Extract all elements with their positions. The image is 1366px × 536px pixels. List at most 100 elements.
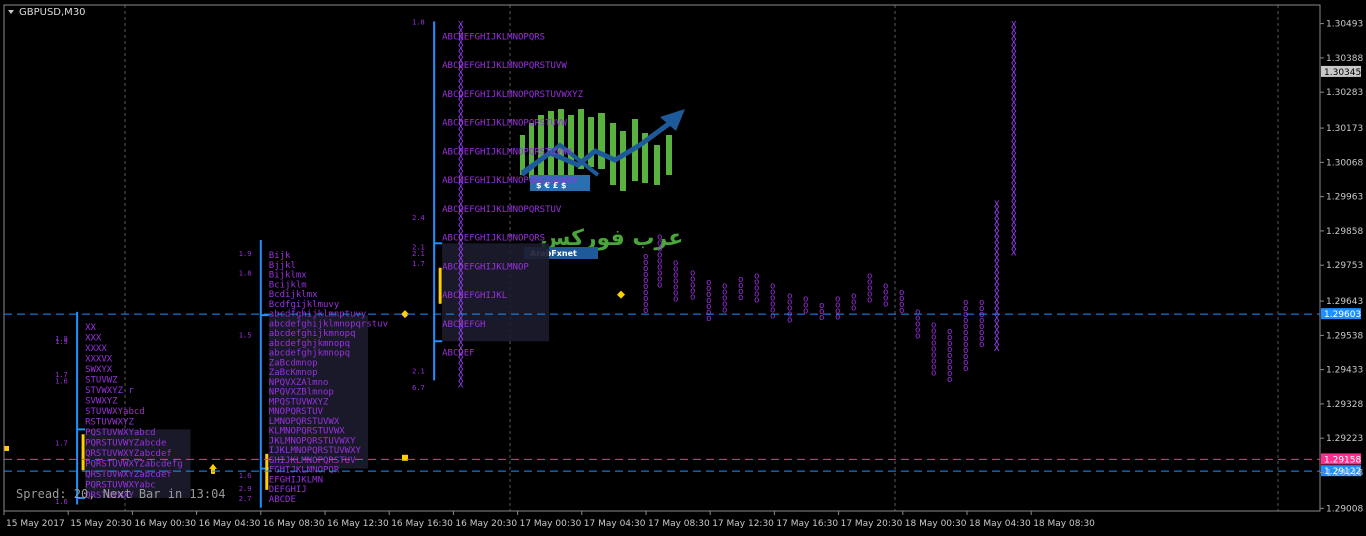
y-tick-label: 1.29223 xyxy=(1326,434,1363,444)
tpo-row: ZaBcKmnop xyxy=(269,368,318,378)
y-tick-label: 1.29858 xyxy=(1326,227,1363,237)
price-chart[interactable]: $ € £ $ عرب فوركس ArabFxnet 1.91.91.71.6… xyxy=(0,0,1366,536)
tpo-row: MNOPQRSTUV xyxy=(269,407,324,417)
profile-value-label: 1.8 xyxy=(412,18,425,26)
tpo-letter-mark: o xyxy=(706,314,711,324)
tpo-row: SVWXYZ xyxy=(85,396,118,406)
tpo-row: STUVWZ xyxy=(85,375,118,385)
tpo-row: ABCDEFGHIJKLMNOP xyxy=(442,262,529,272)
tpo-letter-mark: o xyxy=(673,295,678,305)
tpo-row: XXXX xyxy=(85,344,107,354)
tpo-letter-mark: o xyxy=(770,311,775,321)
tpo-row: QRSTUVWXYZabcdef xyxy=(85,449,172,459)
tpo-x-mark: X xyxy=(994,344,1000,354)
profile-value-label: 1.7 xyxy=(412,260,425,268)
y-tick-label: 1.29963 xyxy=(1326,193,1363,203)
tpo-letter-mark: o xyxy=(803,307,808,317)
profile-value-label: 2.9 xyxy=(239,485,252,493)
x-tick-label: 16 May 08:30 xyxy=(263,519,325,529)
tpo-letter-mark: o xyxy=(867,296,872,306)
tpo-letter-mark: o xyxy=(787,315,792,325)
tpo-letter-mark: o xyxy=(754,296,759,306)
axes: 1.30493 1.30388 1.30283 1.30173 1.30068 1.299… xyxy=(3,4,1363,529)
tpo-letter-mark: o xyxy=(915,332,920,342)
y-tick-label: 1.30493 xyxy=(1326,20,1363,30)
y-tick-label: 1.29433 xyxy=(1326,366,1363,376)
symbol-header: GBPUSD,M30 xyxy=(8,7,86,18)
y-tick-label: 1.29643 xyxy=(1326,297,1363,307)
tpo-letter-mark: o xyxy=(947,375,952,385)
spread-status: Spread: 20, Next Bar in 13:04 xyxy=(16,487,226,501)
profile-value-label: 1.7 xyxy=(55,439,68,447)
tpo-letter-mark: o xyxy=(657,281,662,291)
x-tick-label: 17 May 16:30 xyxy=(776,519,838,529)
x-tick-label: 17 May 20:30 xyxy=(841,519,903,529)
tpo-letter-mark: o xyxy=(883,299,888,309)
tpo-row: XXX xyxy=(85,333,102,343)
profile-value-label: 1.8 xyxy=(239,270,252,278)
tpo-letter-mark: o xyxy=(851,303,856,313)
x-tick-label: 16 May 16:30 xyxy=(391,519,453,529)
x-tick-label: 16 May 20:30 xyxy=(455,519,517,529)
x-tick-label: 16 May 04:30 xyxy=(199,519,261,529)
x-tick-label: 17 May 00:30 xyxy=(520,519,582,529)
tpo-row: IJKLMNOPQRSTUVWXY xyxy=(269,446,362,456)
tpo-row: LMNOPQRSTUVWX xyxy=(269,417,340,427)
tpo-row: Bcdfgijklmuvy xyxy=(269,300,340,310)
profile-value-label: 6.7 xyxy=(412,384,425,392)
tpo-row: STUVWXYabcd xyxy=(85,407,145,417)
tpo-row: DEFGHIJ xyxy=(269,485,307,495)
symbol-label: GBPUSD,M30 xyxy=(19,7,86,18)
tpo-letter-mark: o xyxy=(963,364,968,374)
tpo-row: MPQSTUVWXYZ xyxy=(269,397,329,407)
x-tick-label: 18 May 00:30 xyxy=(905,519,967,529)
chart-window[interactable]: $ € £ $ عرب فوركس ArabFxnet 1.9 1.9 1.7 1.6… xyxy=(0,0,1366,536)
tpo-row: JKLMNOPQRSTUVWXY xyxy=(269,436,356,446)
profile-value-label: 1.6 xyxy=(239,472,252,480)
tpo-row: Bijk xyxy=(269,251,291,261)
tpo-row: PQSTUVWXYabcd xyxy=(85,428,155,438)
tpo-row: abcdefghjkmnopq xyxy=(269,349,350,359)
x-tick-label: 18 May 04:30 xyxy=(969,519,1031,529)
tpo-row: Bcdijklmx xyxy=(269,290,318,300)
profile-value-label: 2.4 xyxy=(412,214,425,222)
price-tag-label: 1.29603 xyxy=(1324,310,1361,320)
tpo-row: SWXYX xyxy=(85,365,113,375)
profile-value-label: 1.5 xyxy=(239,332,252,340)
tpo-row: RSTUVWXYZ xyxy=(85,417,134,427)
tpo-row: STVWXYZ r xyxy=(85,386,134,396)
x-tick-label: 16 May 12:30 xyxy=(327,519,389,529)
y-tick-label: 1.30388 xyxy=(1326,54,1363,64)
y-tick-label: 1.29753 xyxy=(1326,261,1363,271)
x-tick-label: 15 May 2017 xyxy=(6,519,65,529)
chevron-down-icon[interactable] xyxy=(8,10,14,14)
tpo-row: Bcijklm xyxy=(269,280,307,290)
price-tag-label: 1.29158 xyxy=(1324,455,1361,465)
y-tick-label: 1.29538 xyxy=(1326,331,1363,341)
y-tick-label: 1.29118 xyxy=(1326,468,1363,478)
profile-value-label: 2.7 xyxy=(239,495,252,503)
tpo-row: PQRSTUVWYZabcde xyxy=(85,438,166,448)
tpo-row: NPQVXZAlmno xyxy=(269,378,329,388)
tpo-letter-mark: o xyxy=(931,369,936,379)
marker-square xyxy=(4,445,9,451)
tpo-row: abcdefghijklmnopqrstuv xyxy=(269,319,388,329)
x-tick-label: 17 May 08:30 xyxy=(648,519,710,529)
profile-value-label: 1.9 xyxy=(239,250,252,258)
tpo-letter-mark: o xyxy=(738,293,743,303)
arrow-up-icon xyxy=(209,463,217,474)
tpo-x-mark: X xyxy=(458,380,464,390)
marker-diamond xyxy=(617,290,625,299)
y-tick-label: 1.30283 xyxy=(1326,88,1363,98)
tpo-row: ABCDE xyxy=(269,495,296,505)
profile-value-label: 2.1 xyxy=(412,368,425,376)
profile-value-label: 1.9 xyxy=(55,338,68,346)
tpo-row: ABCDEFGH xyxy=(442,320,485,330)
y-tick-label: 1.29328 xyxy=(1326,400,1363,410)
tpo-row: GHIJKLMNOPQRSTUV xyxy=(269,456,356,466)
tpo-row: Bijklmx xyxy=(269,271,308,281)
price-tag-label: 1.30345 xyxy=(1324,68,1361,78)
y-tick-label: 1.30068 xyxy=(1326,158,1363,168)
tpo-row: KLMNOPQRSTUVWX xyxy=(269,427,345,437)
tpo-letter-mark: o xyxy=(690,292,695,302)
